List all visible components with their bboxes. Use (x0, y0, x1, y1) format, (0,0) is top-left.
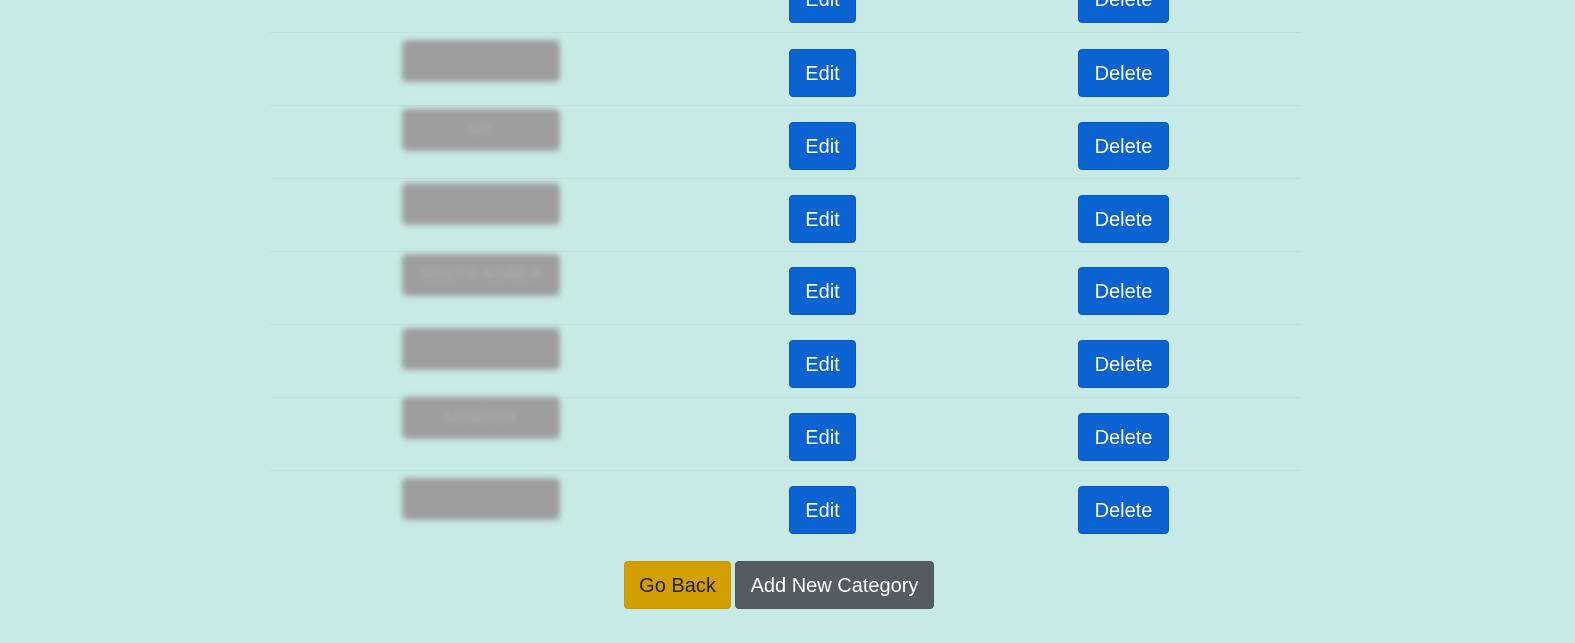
delete-button[interactable]: Delete (1078, 122, 1169, 170)
go-back-button[interactable]: Go Back (624, 561, 731, 609)
delete-button[interactable]: Delete (1078, 486, 1169, 534)
edit-button[interactable]: Edit (789, 340, 856, 388)
edit-button[interactable]: Edit (789, 413, 856, 461)
category-name (402, 478, 560, 520)
table-row: Edit Delete (270, 471, 1300, 544)
category-name: SOUTH KOREA (402, 254, 560, 296)
edit-button[interactable]: Edit (789, 0, 856, 23)
category-name: UK (402, 109, 560, 151)
category-name (402, 183, 560, 225)
edit-button[interactable]: Edit (789, 267, 856, 315)
category-name (402, 328, 560, 370)
add-new-category-button[interactable]: Add New Category (735, 561, 934, 609)
form-actions: Go Back Add New Category (624, 561, 934, 609)
table-row: Edit Delete (270, 325, 1300, 398)
delete-button[interactable]: Delete (1078, 0, 1169, 23)
delete-button[interactable]: Delete (1078, 340, 1169, 388)
table-row: Edit Delete (270, 0, 1300, 33)
category-name: LONDON (402, 397, 560, 439)
edit-button[interactable]: Edit (789, 486, 856, 534)
edit-button[interactable]: Edit (789, 195, 856, 243)
edit-button[interactable]: Edit (789, 49, 856, 97)
category-name (402, 40, 560, 82)
table-row: UK Edit Delete (270, 106, 1300, 179)
edit-button[interactable]: Edit (789, 122, 856, 170)
delete-button[interactable]: Delete (1078, 413, 1169, 461)
delete-button[interactable]: Delete (1078, 195, 1169, 243)
table-row: LONDON Edit Delete (270, 397, 1300, 471)
delete-button[interactable]: Delete (1078, 267, 1169, 315)
table-row: Edit Delete (270, 33, 1300, 106)
table-row: SOUTH KOREA Edit Delete (270, 252, 1300, 325)
delete-button[interactable]: Delete (1078, 49, 1169, 97)
table-row: Edit Delete (270, 179, 1300, 252)
